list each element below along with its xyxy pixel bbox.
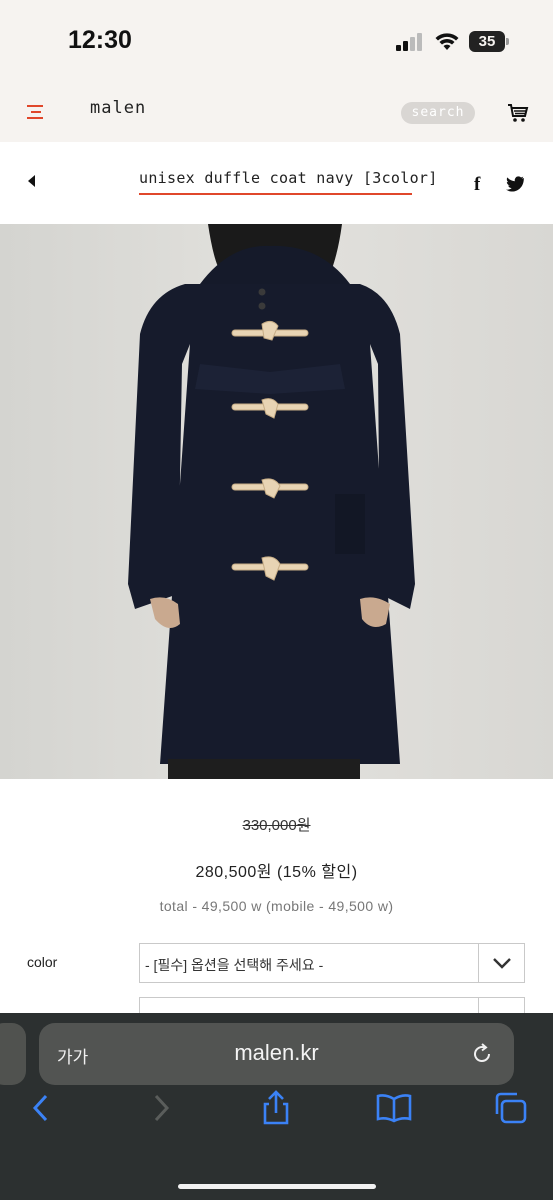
site-logo[interactable]: malen xyxy=(90,98,146,118)
home-indicator[interactable] xyxy=(178,1184,376,1189)
signal-icon xyxy=(396,33,424,51)
title-underline xyxy=(139,193,412,195)
search-button[interactable]: search xyxy=(401,102,475,124)
site-header: malen search xyxy=(0,82,553,142)
battery-icon: 35 xyxy=(469,31,509,52)
forward-icon[interactable] xyxy=(142,1090,178,1126)
share-icon[interactable] xyxy=(258,1090,294,1126)
back-icon[interactable] xyxy=(24,1090,60,1126)
cart-icon[interactable] xyxy=(507,102,529,124)
address-bar[interactable]: 가가 malen.kr xyxy=(39,1023,514,1085)
product-image xyxy=(0,224,553,779)
twitter-icon[interactable] xyxy=(505,176,525,192)
hamburger-menu-icon[interactable] xyxy=(27,102,45,120)
bookmarks-icon[interactable] xyxy=(376,1090,412,1126)
color-select[interactable]: - [필수] 옵션을 선택해 주세요 - xyxy=(139,943,525,983)
color-label: color xyxy=(27,954,58,970)
color-select-toggle[interactable] xyxy=(478,944,524,982)
sale-price: 280,500원 (15% 할인) xyxy=(195,864,358,881)
color-select-value: - [필수] 옵션을 선택해 주세요 - xyxy=(145,957,324,973)
status-time: 12:30 xyxy=(68,26,132,54)
total-price: total - 49,500 w (mobile - 49,500 w) xyxy=(159,898,394,914)
original-price: 330,000원 xyxy=(242,817,311,834)
reload-icon[interactable] xyxy=(470,1042,494,1066)
status-bar: 12:30 35 xyxy=(0,0,553,82)
chevron-down-icon xyxy=(493,958,511,969)
product-title: unisex duffle coat navy [3color] xyxy=(139,169,438,187)
product-title-bar: unisex duffle coat navy [3color] f xyxy=(0,142,553,224)
wifi-icon xyxy=(435,33,459,50)
tabs-icon[interactable] xyxy=(493,1090,529,1126)
facebook-icon[interactable]: f xyxy=(474,174,480,196)
previous-tab[interactable] xyxy=(0,1023,26,1085)
url-text: malen.kr xyxy=(234,1040,319,1065)
back-arrow-icon[interactable] xyxy=(28,175,35,187)
battery-level: 35 xyxy=(478,33,496,50)
